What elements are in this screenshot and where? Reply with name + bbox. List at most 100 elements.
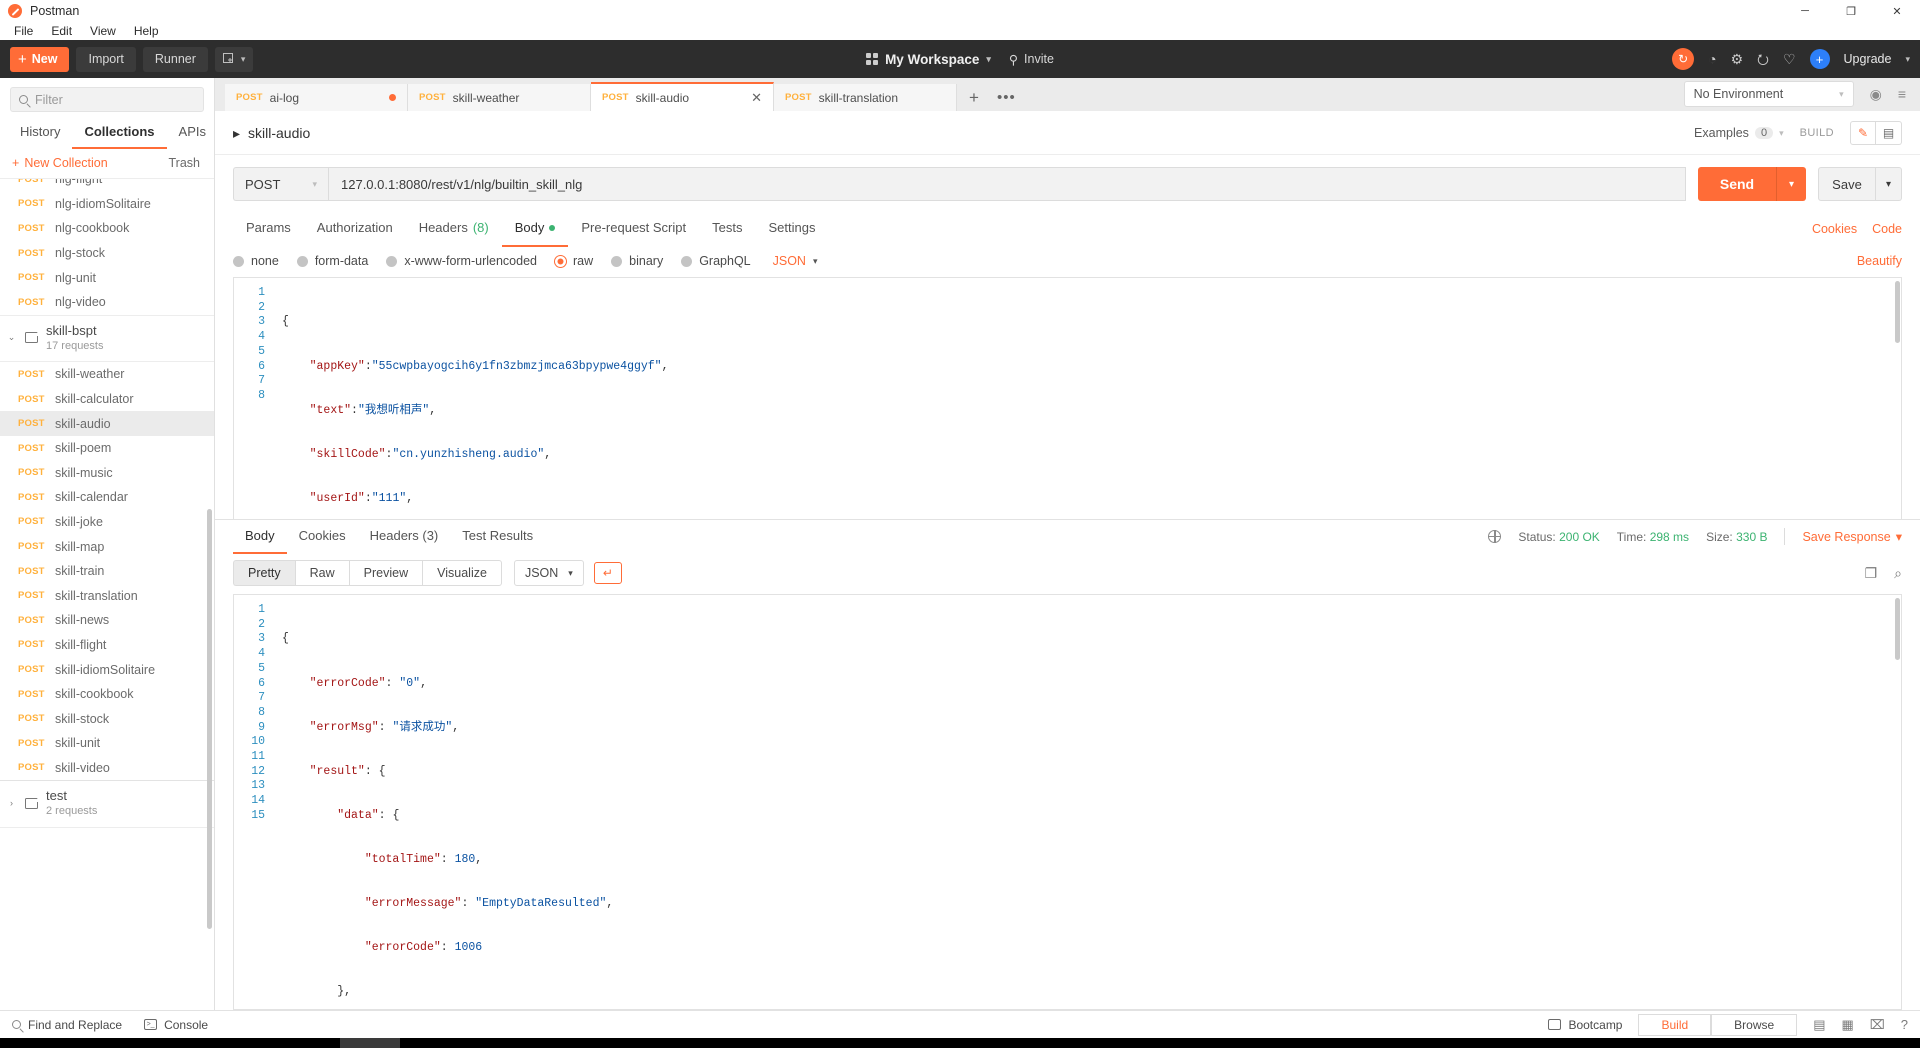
sliders-icon[interactable]: ≡ — [1898, 86, 1906, 102]
sidebar-item-skill-map[interactable]: POST skill-map — [0, 534, 214, 559]
chevron-down-icon[interactable]: ▾ — [1905, 54, 1910, 65]
list-item[interactable]: POST nlg-video — [0, 290, 214, 315]
menu-file[interactable]: File — [6, 23, 41, 39]
response-body-code[interactable]: { "errorCode": "0", "errorMsg": "请求成功", … — [272, 595, 1901, 1009]
tab-collections[interactable]: Collections — [72, 118, 167, 149]
console-button[interactable]: >_ Console — [144, 1018, 208, 1032]
chevron-right-icon[interactable]: ▸ — [233, 125, 240, 142]
sidebar-item-skill-music[interactable]: POST skill-music — [0, 460, 214, 485]
send-button[interactable]: Send — [1698, 167, 1776, 201]
list-item[interactable]: POST nlg-unit — [0, 265, 214, 290]
collection-skill-bspt[interactable]: ⌄ skill-bspt 17 requests — [0, 314, 214, 363]
body-type-binary[interactable]: binary — [611, 254, 663, 268]
sidebar-item-skill-joke[interactable]: POST skill-joke — [0, 510, 214, 535]
collection-test[interactable]: › test 2 requests — [0, 780, 214, 828]
trash-button[interactable]: Trash — [169, 156, 201, 170]
examples-dropdown[interactable]: Examples 0 ▾ — [1694, 126, 1784, 140]
cookies-link[interactable]: Cookies — [1812, 222, 1857, 236]
sidebar-item-skill-flight[interactable]: POST skill-flight — [0, 633, 214, 658]
gear-icon[interactable]: ⚙ — [1731, 52, 1744, 66]
request-editor-scrollbar[interactable] — [1895, 281, 1900, 343]
response-format-selector[interactable]: JSON ▾ — [513, 560, 584, 586]
tab-apis[interactable]: APIs — [167, 118, 218, 149]
menu-help[interactable]: Help — [126, 23, 167, 39]
import-button[interactable]: Import — [76, 46, 136, 72]
menu-edit[interactable]: Edit — [43, 23, 80, 39]
sidebar-item-skill-cookbook[interactable]: POST skill-cookbook — [0, 682, 214, 707]
sidebar-item-skill-unit[interactable]: POST skill-unit — [0, 731, 214, 756]
tab-ai-log[interactable]: POST ai-log — [225, 84, 408, 111]
taskbar-item[interactable] — [340, 1038, 400, 1048]
link-icon[interactable]: ◔ — [1708, 52, 1716, 66]
wrap-lines-button[interactable]: ↵ — [593, 562, 622, 584]
tab-skill-weather[interactable]: POST skill-weather — [408, 84, 591, 111]
tab-settings[interactable]: Settings — [755, 211, 828, 247]
new-tab-button[interactable]: + — [957, 84, 991, 111]
method-selector[interactable]: POST ▾ — [233, 167, 328, 201]
list-item[interactable]: POST nlg-stock — [0, 241, 214, 266]
search-input[interactable]: Filter — [10, 87, 204, 112]
maximize-button[interactable]: ❐ — [1828, 0, 1874, 22]
tab-headers[interactable]: Headers (8) — [406, 211, 502, 247]
save-options-button[interactable]: ▾ — [1876, 167, 1902, 201]
close-button[interactable]: ✕ — [1874, 0, 1920, 22]
tab-tests[interactable]: Tests — [699, 211, 755, 247]
view-mode-pretty[interactable]: Pretty — [233, 560, 295, 586]
view-mode-preview[interactable]: Preview — [348, 560, 423, 586]
new-window-button[interactable]: ▾ — [214, 46, 254, 72]
sidebar-item-skill-weather[interactable]: POST skill-weather — [0, 362, 214, 387]
sync-status-icon[interactable]: ↻ — [1672, 48, 1695, 70]
tab-params[interactable]: Params — [233, 211, 304, 247]
sidebar-item-skill-calendar[interactable]: POST skill-calendar — [0, 485, 214, 510]
tab-authorization[interactable]: Authorization — [304, 211, 406, 247]
response-editor-scrollbar[interactable] — [1895, 598, 1900, 660]
minimize-button[interactable]: ─ — [1782, 0, 1828, 22]
workspace-selector[interactable]: My Workspace ▾ — [866, 52, 991, 67]
eye-icon[interactable]: ◉ — [1870, 86, 1882, 103]
send-options-button[interactable]: ▾ — [1776, 167, 1806, 201]
close-icon[interactable]: ✕ — [751, 90, 762, 106]
sidebar-item-skill-calculator[interactable]: POST skill-calculator — [0, 387, 214, 412]
grid-icon[interactable]: ▦ — [1841, 1017, 1853, 1033]
browse-mode-button[interactable]: Browse — [1711, 1013, 1798, 1036]
tab-body[interactable]: Body — [501, 211, 569, 247]
upgrade-link[interactable]: Upgrade — [1844, 52, 1892, 66]
tab-skill-translation[interactable]: POST skill-translation — [774, 84, 957, 111]
invite-button[interactable]: ⚲ Invite — [1009, 52, 1054, 67]
find-and-replace-button[interactable]: Find and Replace — [12, 1018, 122, 1032]
new-button[interactable]: + New — [10, 46, 70, 72]
add-account-icon[interactable]: + — [1809, 49, 1830, 69]
view-mode-raw[interactable]: Raw — [294, 560, 349, 586]
response-tab-headers[interactable]: Headers (3) — [358, 520, 451, 554]
body-format-selector[interactable]: JSON ▾ — [773, 254, 818, 268]
sidebar-item-skill-translation[interactable]: POST skill-translation — [0, 583, 214, 608]
response-tab-cookies[interactable]: Cookies — [287, 520, 358, 554]
tab-history[interactable]: History — [8, 118, 72, 149]
sidebar-item-skill-idiomsolitaire[interactable]: POST skill-idiomSolitaire — [0, 657, 214, 682]
documentation-button[interactable]: ▤ — [1876, 121, 1902, 145]
sidebar-item-skill-video[interactable]: POST skill-video — [0, 756, 214, 781]
trash-icon[interactable]: ⌧ — [1870, 1017, 1885, 1033]
help-icon[interactable]: ? — [1901, 1017, 1908, 1032]
bootcamp-button[interactable]: Bootcamp — [1548, 1018, 1622, 1032]
sidebar-scrollbar[interactable] — [207, 509, 212, 929]
environment-selector[interactable]: No Environment ▾ — [1683, 81, 1854, 107]
list-item[interactable]: POST nlg-cookbook — [0, 216, 214, 241]
new-collection-button[interactable]: + New Collection — [12, 156, 108, 170]
body-type-form-data[interactable]: form-data — [296, 254, 368, 268]
response-body-editor[interactable]: 1 2 3 4 5 6 7 8 9 10 11 12 13 14 15 {"e… — [233, 594, 1902, 1010]
sidebar-item-skill-train[interactable]: POST skill-train — [0, 559, 214, 584]
sidebar-item-skill-news[interactable]: POST skill-news — [0, 608, 214, 633]
view-mode-visualize[interactable]: Visualize — [422, 560, 502, 586]
runner-button[interactable]: Runner — [142, 46, 208, 72]
response-tab-test-results[interactable]: Test Results — [450, 520, 545, 554]
beautify-button[interactable]: Beautify — [1857, 254, 1902, 268]
layout-icon[interactable]: ▤ — [1813, 1017, 1825, 1033]
edit-button[interactable]: ✎ — [1850, 121, 1876, 145]
copy-icon[interactable]: ❐ — [1865, 565, 1878, 582]
sidebar-item-skill-poem[interactable]: POST skill-poem — [0, 436, 214, 461]
save-button[interactable]: Save — [1818, 167, 1876, 201]
sidebar-item-skill-stock[interactable]: POST skill-stock — [0, 706, 214, 731]
heart-icon[interactable]: ♡ — [1783, 52, 1796, 66]
build-mode-button[interactable]: Build — [1638, 1013, 1712, 1036]
